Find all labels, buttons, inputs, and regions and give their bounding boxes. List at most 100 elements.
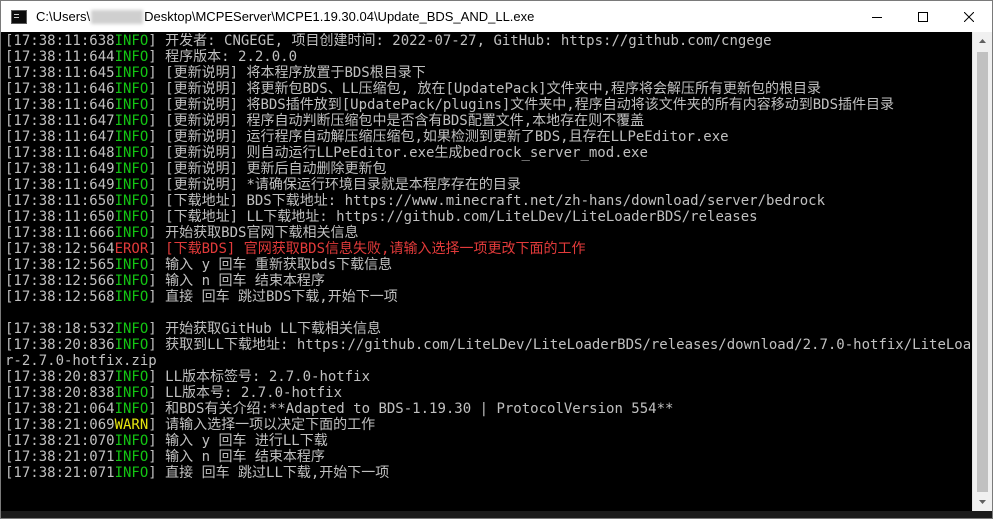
console-line: [17:38:20:837INFO] LL版本标签号: 2.7.0-hotfix [5,369,971,385]
log-message: ] LL版本号: 2.7.0-hotfix [148,385,343,401]
close-button[interactable] [946,1,992,32]
log-message: ] [下载地址] LL下载地址: https://github.com/Lite… [148,209,758,225]
window-title: C:\Users\ Desktop\MCPEServer\MCPE1.19.30… [36,9,534,24]
log-level: INFO [114,81,149,97]
log-message: ] 请输入选择一项以决定下面的工作 [148,417,376,433]
console-output[interactable]: [17:38:11:638INFO] 开发者: CNGEGE, 项目创建时间: … [5,33,971,518]
log-message: ] 输入 n 回车 结束本程序 [148,449,325,465]
console-line: [17:38:21:069WARN] 请输入选择一项以决定下面的工作 [5,417,971,433]
log-timestamp: [17:38:11:646 [5,81,115,97]
log-message: ] [下载地址] BDS下载地址: https://www.minecraft.… [148,193,826,209]
console-line: [17:38:11:646INFO] [更新说明] 将更新包BDS、LL压缩包,… [5,81,971,97]
redacted-username [91,9,144,24]
log-timestamp: [17:38:11:646 [5,97,115,113]
log-timestamp: [17:38:11:647 [5,129,115,145]
log-level: INFO [114,113,149,129]
log-message: ] 开发者: CNGEGE, 项目创建时间: 2022-07-27, GitHu… [148,33,772,49]
log-level: WARN [114,417,149,433]
console-line: [17:38:20:836INFO] 获取到LL下载地址: https://gi… [5,337,971,353]
log-message: ] 开始获取BDS官网下载相关信息 [148,225,359,241]
log-level: INFO [114,161,149,177]
log-message: ] 输入 y 回车 重新获取bds下载信息 [148,257,393,273]
log-level: INFO [114,225,149,241]
console-line: [17:38:11:649INFO] [更新说明] 更新后自动删除更新包 [5,161,971,177]
log-timestamp: [17:38:11:647 [5,113,115,129]
log-message: ] [更新说明] 运行程序自动解压缩压缩包,如果检测到更新了BDS,且存在LLP… [148,129,729,145]
console-line: [17:38:20:838INFO] LL版本号: 2.7.0-hotfix [5,385,971,401]
log-level: INFO [114,97,149,113]
scroll-up-button[interactable] [973,32,992,49]
log-timestamp: [17:38:21:070 [5,433,115,449]
log-timestamp: [17:38:11:648 [5,145,115,161]
log-timestamp: [17:38:21:071 [5,465,115,481]
log-timestamp: [17:38:20:838 [5,385,115,401]
console-line: [17:38:11:648INFO] [更新说明] 则自动运行LLPeEdito… [5,145,971,161]
console-app-icon[interactable] [11,9,27,24]
console-line: [17:38:11:666INFO] 开始获取BDS官网下载相关信息 [5,225,971,241]
log-level: INFO [114,193,149,209]
console-line: [17:38:21:071INFO] 输入 n 回车 结束本程序 [5,449,971,465]
log-message: ] 直接 回车 跳过BDS下载,开始下一项 [148,289,398,305]
console-line: [17:38:11:646INFO] [更新说明] 将BDS插件放到[Updat… [5,97,971,113]
log-level: INFO [114,49,149,65]
console-line: [17:38:11:644INFO] 程序版本: 2.2.0.0 [5,49,971,65]
log-message: ] [更新说明] 则自动运行LLPeEditor.exe生成bedrock_se… [148,145,648,161]
log-level: INFO [114,321,149,337]
vertical-scrollbar[interactable] [972,32,992,518]
log-message: ] 输入 y 回车 进行LL下载 [148,433,328,449]
log-level: INFO [114,177,149,193]
log-timestamp: [17:38:11:645 [5,65,115,81]
log-timestamp: [17:38:12:566 [5,273,115,289]
log-timestamp: [17:38:12:568 [5,289,115,305]
scrollbar-thumb[interactable] [977,52,988,492]
log-timestamp: [17:38:21:069 [5,417,115,433]
log-timestamp: [17:38:11:638 [5,33,115,49]
log-message: ] 和BDS有关介绍:**Adapted to BDS-1.19.30 | Pr… [148,401,674,417]
log-level: INFO [114,385,149,401]
log-level: INFO [114,257,149,273]
console-line: [17:38:11:638INFO] 开发者: CNGEGE, 项目创建时间: … [5,33,971,49]
log-timestamp: [17:38:12:565 [5,257,115,273]
title-path-prefix: C:\Users\ [36,9,91,24]
log-timestamp: [17:38:20:836 [5,337,115,353]
log-error-message: [下载BDS] 官网获取BDS信息失败,请输入选择一项更改下面的工作 [165,241,586,257]
title-bar[interactable]: C:\Users\ Desktop\MCPEServer\MCPE1.19.30… [1,1,992,32]
scroll-down-button[interactable] [973,493,992,510]
scroll-up-icon [979,38,986,43]
log-message: ] 直接 回车 跳过LL下载,开始下一项 [148,465,390,481]
close-icon [964,11,974,22]
console-line: [17:38:11:650INFO] [下载地址] BDS下载地址: https… [5,193,971,209]
console-line: [17:38:11:647INFO] [更新说明] 运行程序自动解压缩压缩包,如… [5,129,971,145]
log-message: ] 输入 n 回车 结束本程序 [148,273,325,289]
console-line: [17:38:11:647INFO] [更新说明] 程序自动判断压缩包中是否含有… [5,113,971,129]
log-level: INFO [114,209,149,225]
console-line: [17:38:21:070INFO] 输入 y 回车 进行LL下载 [5,433,971,449]
log-message: ] [更新说明] 将本程序放置于BDS根目录下 [148,65,426,81]
log-level: INFO [114,465,149,481]
console-line: [17:38:12:564EROR] [下载BDS] 官网获取BDS信息失败,请… [5,241,971,257]
log-level: INFO [114,129,149,145]
maximize-button[interactable] [900,1,946,32]
log-timestamp: [17:38:11:650 [5,193,115,209]
log-timestamp: [17:38:18:532 [5,321,115,337]
log-level: INFO [114,337,149,353]
log-timestamp: [17:38:11:649 [5,161,115,177]
log-message: ] 开始获取GitHub LL下载相关信息 [148,321,382,337]
log-timestamp: [17:38:11:649 [5,177,115,193]
window-controls [854,1,992,32]
log-level: INFO [114,273,149,289]
console-line: [17:38:12:566INFO] 输入 n 回车 结束本程序 [5,273,971,289]
log-timestamp: [17:38:20:837 [5,369,115,385]
log-message: ] [更新说明] *请确保运行环境目录就是本程序存在的目录 [148,177,521,193]
log-level: INFO [114,33,149,49]
log-message: ] [148,241,166,257]
log-timestamp: [17:38:11:650 [5,209,115,225]
minimize-button[interactable] [854,1,900,32]
console-line: [17:38:12:568INFO] 直接 回车 跳过BDS下载,开始下一项 [5,289,971,305]
log-message: ] [更新说明] 更新后自动删除更新包 [148,161,387,177]
log-message: ] [更新说明] 程序自动判断压缩包中是否含有BDS配置文件,本地存在则不覆盖 [148,113,645,129]
log-message: ] [更新说明] 将BDS插件放到[UpdatePack/plugins]文件夹… [148,97,895,113]
log-level: INFO [114,369,149,385]
log-level: INFO [114,65,149,81]
log-level: INFO [114,145,149,161]
